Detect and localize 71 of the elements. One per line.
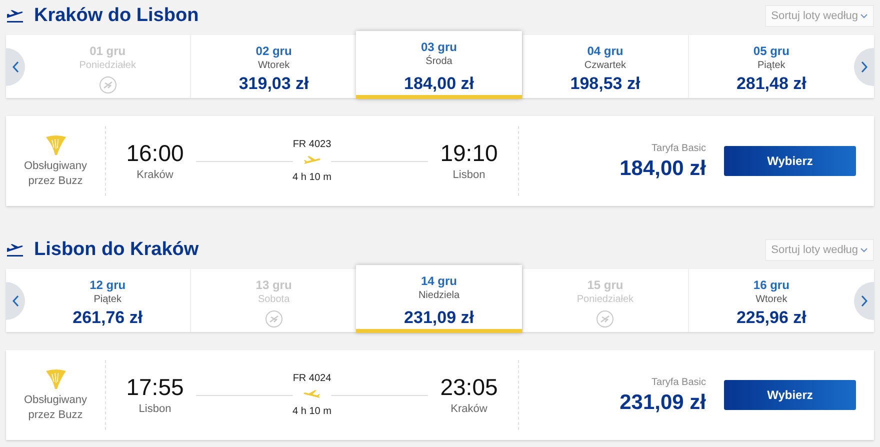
route-title: Lisbon do Kraków	[34, 238, 199, 262]
flight-duration: 4 h 10 m	[292, 171, 332, 185]
plane-icon	[303, 155, 321, 167]
date-tab[interactable]: 16 gru Wtorek 225,96 zł	[688, 269, 854, 332]
chevron-left-icon	[12, 60, 20, 72]
arrival-time: 19:10	[440, 138, 498, 167]
date-tab[interactable]: 12 gru Piątek 261,76 zł	[25, 269, 190, 332]
arrival-city: Kraków	[450, 402, 488, 417]
chevron-down-icon	[860, 247, 868, 253]
date-label: 15 gru	[587, 277, 624, 293]
price-label: 198,53 zł	[570, 73, 640, 95]
date-label: 04 gru	[587, 43, 624, 59]
date-label: 12 gru	[90, 277, 126, 293]
chevron-right-icon	[860, 294, 868, 306]
date-label: 03 gru	[421, 39, 458, 55]
fare-label: Taryfa Basic	[652, 376, 706, 390]
select-button[interactable]: Wybierz	[724, 146, 856, 176]
date-label: 13 gru	[256, 277, 292, 293]
price-label: 225,96 zł	[736, 307, 806, 329]
operator-label: Obsługiwany przez Buzz	[23, 392, 88, 422]
arrival-time: 23:05	[440, 372, 498, 401]
fare-price: 184,00 zł	[620, 156, 706, 182]
weekday-label: Sobota	[258, 293, 290, 307]
weekday-label: Czwartek	[584, 59, 626, 73]
route-title: Kraków do Lisbon	[34, 4, 199, 28]
next-button[interactable]	[854, 282, 874, 320]
price-label: 261,76 zł	[72, 307, 143, 329]
departure-time: 17:55	[126, 372, 184, 401]
date-label: 14 gru	[421, 273, 458, 289]
date-tab[interactable]: 04 gru Czwartek 198,53 zł	[522, 35, 688, 98]
arrival-city: Lisbon	[452, 168, 486, 183]
date-label: 01 gru	[90, 43, 126, 59]
previous-button[interactable]	[6, 48, 25, 86]
weekday-label: Piątek	[94, 293, 122, 307]
next-button[interactable]	[854, 48, 874, 86]
selected-date-tab[interactable]: 14 gru Niedziela 231,09 zł	[356, 265, 522, 333]
operator-label: Obsługiwany przez Buzz	[23, 158, 88, 188]
previous-button[interactable]	[6, 282, 25, 320]
departure-city: Lisbon	[138, 402, 172, 417]
price-label: 184,00 zł	[404, 73, 474, 95]
no-flights-icon	[264, 310, 283, 328]
select-button[interactable]: Wybierz	[724, 380, 856, 410]
selected-date-tab[interactable]: 03 gru Środa 184,00 zł	[356, 31, 522, 99]
weekday-label: Piątek	[758, 59, 786, 73]
flight-number: FR 4024	[292, 372, 332, 386]
price-label: 319,03 zł	[238, 73, 309, 95]
weekday-label: Poniedziałek	[79, 59, 136, 73]
takeoff-plane-icon	[6, 9, 24, 23]
fare-label: Taryfa Basic	[652, 142, 706, 156]
chevron-right-icon	[860, 60, 868, 72]
weekday-label: Środa	[426, 55, 452, 69]
price-label: 281,48 zł	[736, 73, 806, 95]
weekday-label: Niedziela	[418, 289, 460, 303]
weekday-label: Wtorek	[258, 59, 290, 73]
flight-duration: 4 h 10 m	[292, 405, 332, 419]
chevron-down-icon	[860, 13, 868, 19]
plane-icon	[303, 389, 321, 401]
price-label: 231,09 zł	[404, 307, 474, 329]
flight-number: FR 4023	[292, 138, 332, 152]
date-label: 16 gru	[753, 277, 790, 293]
weekday-label: Poniedziałek	[576, 293, 634, 307]
no-flights-icon	[98, 76, 117, 94]
departure-time: 16:00	[126, 138, 184, 167]
date-label: 02 gru	[256, 43, 292, 59]
weekday-label: Wtorek	[756, 293, 788, 307]
fare-price: 231,09 zł	[620, 390, 706, 416]
date-tab[interactable]: 05 gru Piątek 281,48 zł	[688, 35, 854, 98]
no-flights-icon	[596, 310, 614, 328]
date-label: 05 gru	[753, 43, 790, 59]
departure-city: Kraków	[136, 168, 174, 183]
chevron-left-icon	[12, 294, 20, 306]
